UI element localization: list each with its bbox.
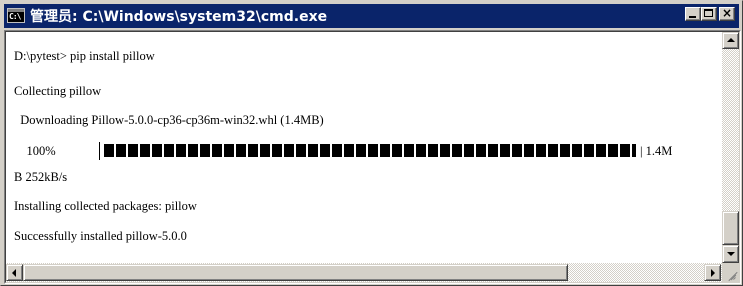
scroll-down-button[interactable] bbox=[722, 245, 739, 263]
console-line: Successfully installed pillow-5.0.0 bbox=[14, 229, 187, 243]
progress-bar-left-border bbox=[99, 142, 100, 160]
vertical-scrollbar[interactable] bbox=[722, 32, 739, 263]
console-line: B 252kB/s bbox=[14, 170, 68, 184]
close-icon: × bbox=[721, 6, 733, 20]
arrow-down-icon bbox=[727, 252, 735, 256]
horizontal-scrollbar[interactable] bbox=[6, 263, 722, 282]
resize-grip-icon[interactable] bbox=[722, 263, 739, 282]
arrow-up-icon bbox=[727, 38, 735, 42]
maximize-button[interactable] bbox=[701, 7, 717, 21]
progress-percent-label: 100% bbox=[14, 144, 56, 158]
console-app-icon[interactable]: C:\ bbox=[7, 8, 25, 23]
arrow-right-icon bbox=[711, 269, 715, 277]
minimize-icon bbox=[689, 16, 696, 18]
console-line: Collecting pillow bbox=[14, 84, 102, 98]
minimize-button[interactable] bbox=[685, 7, 701, 21]
client-frame: D:\pytest> pip install pillow Collecting… bbox=[4, 30, 741, 284]
console-line: Installing collected packages: pillow bbox=[14, 199, 197, 213]
window-title: 管理员: C:\Windows\system32\cmd.exe bbox=[30, 9, 328, 25]
download-progress-bar bbox=[104, 144, 636, 157]
console-output[interactable]: D:\pytest> pip install pillow Collecting… bbox=[6, 32, 722, 263]
close-button[interactable]: × bbox=[719, 6, 735, 21]
console-line-prompt: D:\pytest> pip install pillow bbox=[14, 49, 155, 63]
title-bar[interactable]: C:\ 管理员: C:\Windows\system32\cmd.exe × bbox=[4, 4, 739, 28]
arrow-left-icon bbox=[12, 269, 16, 277]
console-line: Downloading Pillow-5.0.0-cp36-cp36m-win3… bbox=[14, 113, 324, 127]
scroll-left-button[interactable] bbox=[6, 264, 23, 281]
scroll-right-button[interactable] bbox=[704, 264, 721, 281]
grip-line bbox=[733, 277, 736, 280]
client-inner-frame: D:\pytest> pip install pillow Collecting… bbox=[5, 31, 740, 283]
cmd-window: C:\ 管理员: C:\Windows\system32\cmd.exe × D… bbox=[0, 0, 743, 286]
scroll-up-button[interactable] bbox=[722, 32, 739, 49]
maximize-icon bbox=[704, 9, 713, 17]
horizontal-scroll-thumb[interactable] bbox=[23, 264, 568, 281]
vertical-scroll-thumb[interactable] bbox=[722, 211, 739, 245]
icon-label: C:\ bbox=[9, 12, 21, 21]
progress-size-label: | 1.4M bbox=[640, 144, 673, 158]
